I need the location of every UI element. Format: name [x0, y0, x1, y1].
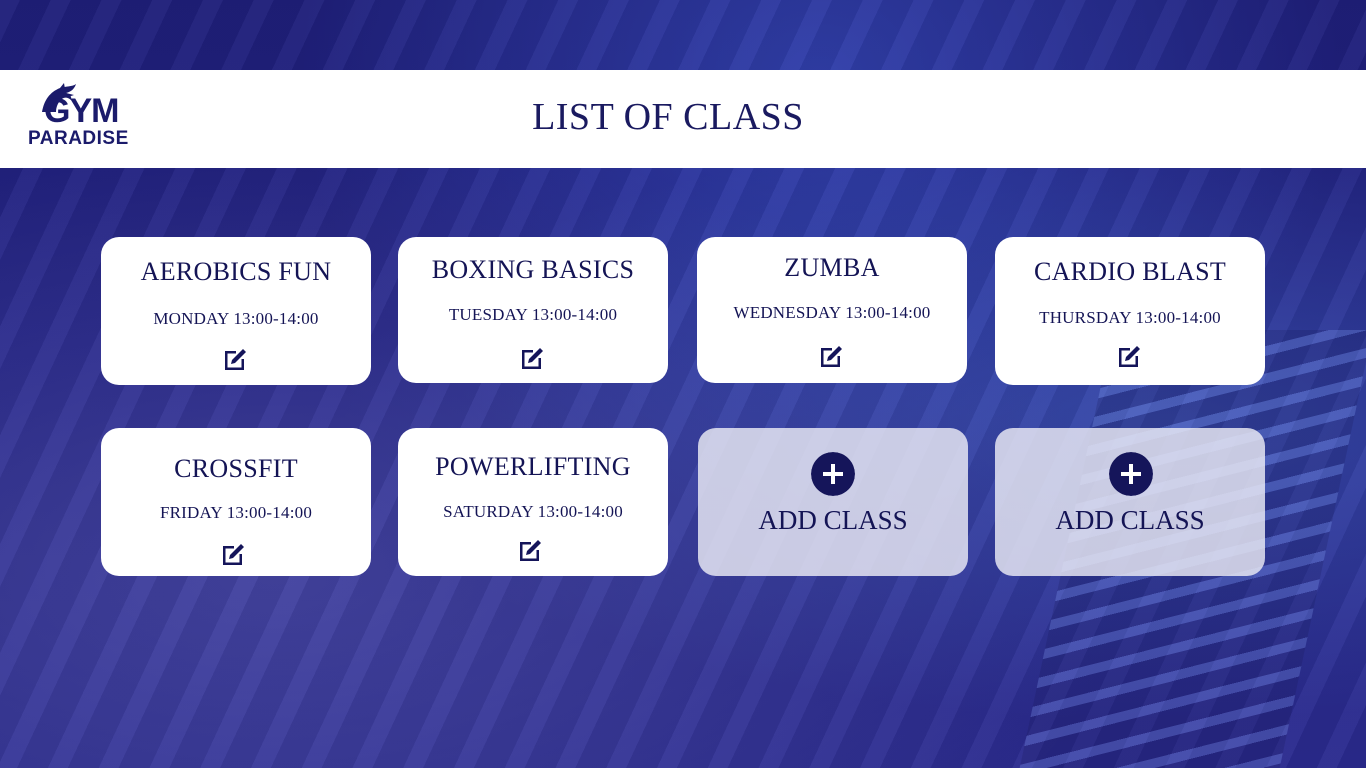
header-bar: GYM PARADISE LIST OF CLASS — [0, 70, 1366, 168]
class-schedule: MONDAY 13:00-14:00 — [153, 309, 319, 328]
class-card-crossfit: CROSSFIT FRIDAY 13:00-14:00 — [101, 428, 371, 576]
add-class-button[interactable]: ADD CLASS — [995, 428, 1265, 576]
class-card-boxing-basics: BOXING BASICS TUESDAY 13:00-14:00 — [398, 237, 668, 383]
add-class-button[interactable]: ADD CLASS — [698, 428, 968, 576]
edit-icon[interactable] — [222, 345, 250, 373]
class-schedule: THURSDAY 13:00-14:00 — [1039, 308, 1221, 327]
plus-circle-icon — [1109, 452, 1153, 496]
class-name: ZUMBA — [784, 253, 880, 282]
class-card-powerlifting: POWERLIFTING SATURDAY 13:00-14:00 — [398, 428, 668, 576]
class-card-aerobics-fun: AEROBICS FUN MONDAY 13:00-14:00 — [101, 237, 371, 385]
class-card-zumba: ZUMBA WEDNESDAY 13:00-14:00 — [697, 237, 967, 383]
class-schedule: TUESDAY 13:00-14:00 — [448, 305, 618, 324]
add-class-label: ADD CLASS — [1055, 505, 1205, 535]
class-name: CROSSFIT — [174, 454, 298, 483]
edit-icon[interactable] — [220, 540, 248, 568]
class-name: CARDIO BLAST — [1033, 257, 1227, 286]
class-card-cardio-blast: CARDIO BLAST THURSDAY 13:00-14:00 — [995, 237, 1265, 385]
class-name: BOXING BASICS — [431, 255, 635, 284]
add-class-label: ADD CLASS — [758, 505, 908, 535]
plus-circle-icon — [811, 452, 855, 496]
edit-icon[interactable] — [1116, 342, 1144, 370]
class-name: POWERLIFTING — [435, 452, 631, 481]
edit-icon[interactable] — [517, 536, 545, 564]
page-title: LIST OF CLASS — [532, 96, 804, 138]
edit-icon[interactable] — [818, 342, 846, 370]
class-schedule: FRIDAY 13:00-14:00 — [159, 503, 313, 522]
class-schedule: SATURDAY 13:00-14:00 — [443, 502, 623, 521]
class-schedule: WEDNESDAY 13:00-14:00 — [733, 303, 931, 322]
edit-icon[interactable] — [519, 344, 547, 372]
class-name: AEROBICS FUN — [140, 257, 332, 286]
